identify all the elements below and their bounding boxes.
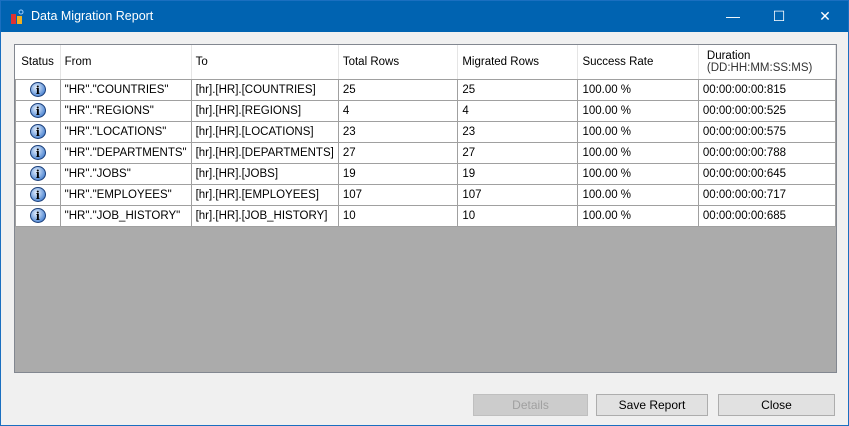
success-rate-cell: 100.00 %	[577, 183, 699, 206]
table-row[interactable]: i "HR"."COUNTRIES" [hr].[HR].[COUNTRIES] 25…	[15, 78, 837, 101]
to-cell: [hr].[HR].[EMPLOYEES]	[190, 183, 339, 206]
table-row[interactable]: i "HR"."JOB_HISTORY" [hr].[HR].[JOB_HISTOR…	[15, 204, 837, 227]
header-success-rate[interactable]: Success Rate	[577, 45, 699, 80]
table-row[interactable]: i "HR"."DEPARTMENTS" [hr].[HR].[DEPARTMENT…	[15, 141, 837, 164]
info-icon: i	[29, 208, 46, 223]
from-cell: "HR"."COUNTRIES"	[59, 78, 192, 101]
total-rows-cell: 10	[337, 204, 459, 227]
maximize-button[interactable]: ☐	[756, 1, 802, 32]
info-icon: i	[29, 145, 46, 160]
duration-cell: 00:00:00:00:645	[697, 162, 837, 185]
from-cell: "HR"."EMPLOYEES"	[59, 183, 192, 206]
total-rows-cell: 4	[337, 99, 459, 122]
table-row[interactable]: i "HR"."EMPLOYEES" [hr].[HR].[EMPLOYEES] 10…	[15, 183, 837, 206]
total-rows-cell: 27	[337, 141, 459, 164]
save-report-button[interactable]: Save Report	[596, 394, 708, 416]
status-cell: i	[15, 183, 61, 206]
status-cell: i	[15, 204, 61, 227]
from-cell: "HR"."DEPARTMENTS"	[59, 141, 192, 164]
migrated-rows-cell: 25	[457, 78, 579, 101]
header-to[interactable]: To	[191, 45, 339, 80]
report-table: Status From To Total Rows Migrated Rows …	[15, 45, 837, 227]
from-cell: "HR"."JOBS"	[59, 162, 192, 185]
title-bar: Data Migration Report — ☐ ✕	[1, 1, 848, 32]
info-icon: i	[29, 82, 46, 97]
to-cell: [hr].[HR].[JOB_HISTORY]	[190, 204, 339, 227]
duration-cell: 00:00:00:00:788	[697, 141, 837, 164]
migrated-rows-cell: 27	[457, 141, 579, 164]
to-cell: [hr].[HR].[REGIONS]	[190, 99, 339, 122]
to-cell: [hr].[HR].[JOBS]	[190, 162, 339, 185]
header-status[interactable]: Status	[15, 45, 61, 80]
success-rate-cell: 100.00 %	[577, 120, 699, 143]
to-cell: [hr].[HR].[LOCATIONS]	[190, 120, 339, 143]
header-duration[interactable]: Duration (DD:HH:MM:SS:MS)	[698, 45, 837, 80]
details-button[interactable]: Details	[473, 394, 588, 416]
duration-cell: 00:00:00:00:717	[697, 183, 837, 206]
duration-cell: 00:00:00:00:815	[697, 78, 837, 101]
status-cell: i	[15, 141, 61, 164]
info-icon: i	[29, 166, 46, 181]
migrated-rows-cell: 19	[457, 162, 579, 185]
status-cell: i	[15, 99, 61, 122]
info-icon: i	[29, 103, 46, 118]
close-button[interactable]: Close	[718, 394, 835, 416]
to-cell: [hr].[HR].[DEPARTMENTS]	[190, 141, 339, 164]
status-cell: i	[15, 162, 61, 185]
app-icon	[11, 9, 24, 24]
table-row[interactable]: i "HR"."LOCATIONS" [hr].[HR].[LOCATIONS] 23…	[15, 120, 837, 143]
from-cell: "HR"."LOCATIONS"	[59, 120, 192, 143]
success-rate-cell: 100.00 %	[577, 78, 699, 101]
migrated-rows-cell: 23	[457, 120, 579, 143]
migrated-rows-cell: 4	[457, 99, 579, 122]
from-cell: "HR"."JOB_HISTORY"	[59, 204, 192, 227]
success-rate-cell: 100.00 %	[577, 141, 699, 164]
total-rows-cell: 107	[337, 183, 459, 206]
total-rows-cell: 23	[337, 120, 459, 143]
header-duration-format: (DD:HH:MM:SS:MS)	[706, 61, 813, 74]
table-row[interactable]: i "HR"."REGIONS" [hr].[HR].[REGIONS] 4 4 100.…	[15, 99, 837, 122]
to-cell: [hr].[HR].[COUNTRIES]	[190, 78, 339, 101]
minimize-button[interactable]: —	[710, 1, 756, 32]
success-rate-cell: 100.00 %	[577, 162, 699, 185]
header-total-rows[interactable]: Total Rows	[338, 45, 459, 80]
duration-cell: 00:00:00:00:685	[697, 204, 837, 227]
success-rate-cell: 100.00 %	[577, 204, 699, 227]
total-rows-cell: 25	[337, 78, 459, 101]
header-migrated-rows[interactable]: Migrated Rows	[457, 45, 579, 80]
header-duration-label: Duration	[706, 49, 751, 62]
from-cell: "HR"."REGIONS"	[59, 99, 192, 122]
report-grid[interactable]: Status From To Total Rows Migrated Rows …	[14, 44, 837, 373]
status-cell: i	[15, 78, 61, 101]
migrated-rows-cell: 10	[457, 204, 579, 227]
total-rows-cell: 19	[337, 162, 459, 185]
header-row: Status From To Total Rows Migrated Rows …	[15, 45, 837, 80]
info-icon: i	[29, 124, 46, 139]
migrated-rows-cell: 107	[457, 183, 579, 206]
duration-cell: 00:00:00:00:575	[697, 120, 837, 143]
window-title: Data Migration Report	[31, 9, 154, 23]
info-icon: i	[29, 187, 46, 202]
header-from[interactable]: From	[60, 45, 192, 80]
success-rate-cell: 100.00 %	[577, 99, 699, 122]
duration-cell: 00:00:00:00:525	[697, 99, 837, 122]
close-window-button[interactable]: ✕	[802, 1, 848, 32]
table-row[interactable]: i "HR"."JOBS" [hr].[HR].[JOBS] 19 19 100.00 %…	[15, 162, 837, 185]
window: Data Migration Report — ☐ ✕ Status From …	[0, 0, 849, 426]
status-cell: i	[15, 120, 61, 143]
